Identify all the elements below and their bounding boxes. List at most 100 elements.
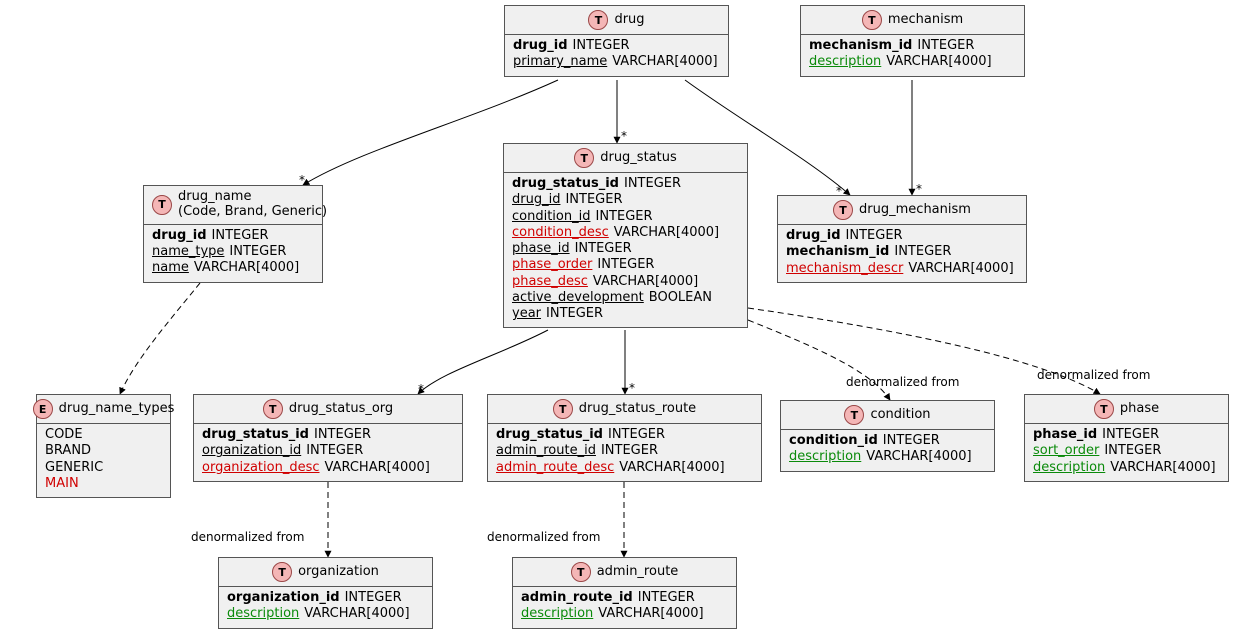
entity-drug_status_route: Tdrug_status_routedrug_status_idINTEGERa… — [487, 394, 762, 482]
table-column-row: descriptionVARCHAR[4000] — [521, 606, 728, 622]
entity-header: Edrug_name_types — [37, 395, 170, 424]
enum-value: BRAND — [45, 443, 162, 459]
column-name: admin_route_id — [496, 443, 596, 459]
entity-phase: Tphasephase_idINTEGERsort_orderINTEGERde… — [1024, 394, 1229, 482]
table-badge-icon: T — [588, 10, 608, 30]
entity-body: condition_idINTEGERdescriptionVARCHAR[40… — [781, 430, 994, 471]
table-column-row: organization_idINTEGER — [202, 443, 454, 459]
table-column-row: descriptionVARCHAR[4000] — [809, 54, 1016, 70]
column-type: INTEGER — [846, 228, 903, 244]
entity-header: Tdrug_status_route — [488, 395, 761, 424]
table-column-row: condition_idINTEGER — [512, 209, 739, 225]
table-column-row: phase_id INTEGER — [1033, 427, 1220, 443]
entity-title: mechanism — [888, 13, 963, 28]
table-column-row: drug_status_idINTEGER — [496, 427, 753, 443]
column-type: INTEGER — [306, 443, 363, 459]
table-column-row: condition_idINTEGER — [789, 433, 986, 449]
column-name: drug_status_id — [512, 176, 619, 192]
table-badge-icon: T — [263, 399, 283, 419]
entity-body: drug_idINTEGERmechanism_idINTEGERmechani… — [778, 225, 1026, 282]
edge-drug_status-to-drug_status_org — [418, 330, 548, 394]
table-column-row: drug_id INTEGER — [786, 228, 1018, 244]
entity-header: Tadmin_route — [513, 558, 736, 587]
entity-title: condition — [870, 408, 930, 423]
entity-body: drug_status_idINTEGERorganization_idINTE… — [194, 424, 462, 481]
column-type: VARCHAR[4000] — [1110, 460, 1215, 476]
entity-header: Tdrug_name(Code, Brand, Generic) — [144, 186, 322, 225]
column-name: drug_id — [786, 228, 841, 244]
column-type: VARCHAR[4000] — [325, 460, 430, 476]
column-type: INTEGER — [1104, 443, 1161, 459]
column-name: mechanism_id — [809, 38, 912, 54]
table-badge-icon: T — [571, 562, 591, 582]
table-column-row: yearINTEGER — [512, 306, 739, 322]
column-type: INTEGER — [595, 209, 652, 225]
column-type: INTEGER — [1102, 427, 1159, 443]
column-type: INTEGER — [894, 244, 951, 260]
column-type: VARCHAR[4000] — [866, 449, 971, 465]
entity-title: drug_name — [178, 190, 327, 205]
table-column-row: active_developmentBOOLEAN — [512, 290, 739, 306]
entity-body: organization_id INTEGERdescriptionVARCHAR… — [219, 587, 432, 628]
edge-annotation: denormalized from — [487, 530, 600, 544]
entity-subtitle: (Code, Brand, Generic) — [178, 205, 327, 220]
enum-value-label: BRAND — [45, 443, 91, 459]
column-type: VARCHAR[4000] — [194, 260, 299, 276]
column-type: INTEGER — [212, 228, 269, 244]
enum-value: GENERIC — [45, 460, 162, 476]
entity-drug: Tdrugdrug_idINTEGERprimary_nameVARCHAR[4… — [504, 5, 729, 77]
table-column-row: admin_route_descVARCHAR[4000] — [496, 460, 753, 476]
table-column-row: admin_route_idINTEGER — [521, 590, 728, 606]
column-type: INTEGER — [917, 38, 974, 54]
enum-value: MAIN — [45, 476, 162, 492]
enum-value: CODE — [45, 427, 162, 443]
table-badge-icon: T — [862, 10, 882, 30]
column-name: organization_desc — [202, 460, 320, 476]
table-column-row: admin_route_idINTEGER — [496, 443, 753, 459]
column-type: INTEGER — [608, 427, 665, 443]
table-column-row: primary_nameVARCHAR[4000] — [513, 54, 720, 70]
column-name: phase_id — [1033, 427, 1097, 443]
column-name: name_type — [152, 244, 224, 260]
enum-value-label: CODE — [45, 427, 83, 443]
column-name: admin_route_desc — [496, 460, 614, 476]
entity-condition: Tconditioncondition_idINTEGERdescription… — [780, 400, 995, 472]
column-name: drug_id — [152, 228, 207, 244]
entity-mechanism: Tmechanism mechanism_id INTEGERdescription… — [800, 5, 1025, 77]
column-type: INTEGER — [575, 241, 632, 257]
multiplicity-label: * — [299, 173, 305, 187]
table-column-row: descriptionVARCHAR[4000] — [227, 606, 424, 622]
column-name: description — [227, 606, 299, 622]
column-type: INTEGER — [565, 192, 622, 208]
entity-header: Tdrug_status — [504, 144, 747, 173]
column-type: VARCHAR[4000] — [593, 274, 698, 290]
column-name: organization_id — [227, 590, 340, 606]
entity-title: drug_status — [600, 151, 677, 166]
entity-body: drug_status_idINTEGERadmin_route_idINTEG… — [488, 424, 761, 481]
table-column-row: drug_status_idINTEGER — [512, 176, 739, 192]
column-name: drug_id — [513, 38, 568, 54]
column-name: primary_name — [513, 54, 607, 70]
column-name: year — [512, 306, 541, 322]
entity-body: phase_idINTEGERsort_orderINTEGERdescript… — [1025, 424, 1228, 481]
entity-header: Tmechanism — [801, 6, 1024, 35]
entity-title: organization — [298, 565, 379, 580]
table-column-row: descriptionVARCHAR[4000] — [1033, 460, 1220, 476]
enum-value-label: GENERIC — [45, 460, 103, 476]
entity-drug_mechanism: Tdrug_mechanismdrug_idINTEGERmechanism_i… — [777, 195, 1027, 283]
column-name: drug_id — [512, 192, 560, 208]
entity-header: Tdrug_status_org — [194, 395, 462, 424]
edge-annotation: denormalized from — [1037, 368, 1150, 382]
column-name: drug_status_id — [202, 427, 309, 443]
er-diagram-canvas: Tdrugdrug_idINTEGERprimary_nameVARCHAR[4… — [0, 0, 1245, 630]
table-column-row: organization_id INTEGER — [227, 590, 424, 606]
column-name: admin_route_id — [521, 590, 633, 606]
column-type: INTEGER — [229, 244, 286, 260]
table-column-row: phase_descVARCHAR[4000] — [512, 274, 739, 290]
entity-header: Torganization — [219, 558, 432, 587]
column-type: INTEGER — [345, 590, 402, 606]
table-column-row: drug_idINTEGER — [513, 38, 720, 54]
table-column-row: drug_id INTEGER — [152, 228, 314, 244]
table-column-row: condition_descVARCHAR[4000] — [512, 225, 739, 241]
column-name: description — [521, 606, 593, 622]
